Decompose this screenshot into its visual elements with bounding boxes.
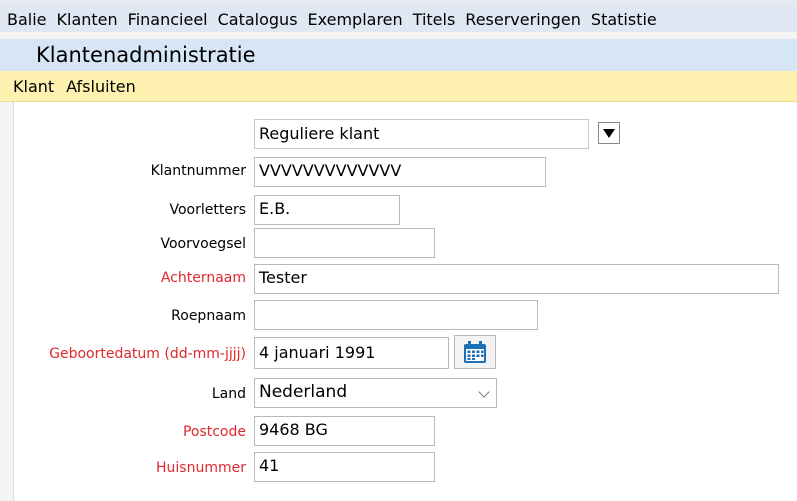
- date-picker-button[interactable]: [454, 335, 496, 369]
- customer-form: Reguliere klant Klantnummer VVVVVVVVVVVV…: [13, 102, 797, 501]
- klantnummer-field[interactable]: VVVVVVVVVVVVV: [254, 157, 546, 187]
- triangle-down-icon[interactable]: [598, 122, 620, 144]
- menu-catalogus[interactable]: Catalogus: [213, 10, 303, 29]
- toolbar-afsluiten[interactable]: Afsluiten: [60, 77, 142, 96]
- menu-titels[interactable]: Titels: [408, 10, 461, 29]
- voorvoegsel-field[interactable]: [254, 228, 435, 258]
- geboortedatum-label: Geboortedatum (dd-mm-jjjj): [49, 346, 246, 362]
- huisnummer-value: 41: [259, 456, 280, 475]
- window-title: Klantenadministratie: [36, 43, 256, 67]
- menu-klanten[interactable]: Klanten: [52, 10, 123, 29]
- roepnaam-field[interactable]: [254, 300, 538, 330]
- menu-statistieken[interactable]: Statistie: [586, 10, 662, 29]
- menu-exemplaren[interactable]: Exemplaren: [303, 10, 408, 29]
- land-value: Nederland: [259, 382, 348, 402]
- klanttype-value: Reguliere klant: [259, 124, 380, 143]
- toolbar-klant[interactable]: Klant: [0, 77, 60, 96]
- menu-balie[interactable]: Balie: [0, 10, 52, 29]
- klanttype-select[interactable]: Reguliere klant: [254, 119, 589, 149]
- postcode-value: 9468 BG: [259, 420, 328, 439]
- menu-financieel[interactable]: Financieel: [123, 10, 213, 29]
- huisnummer-field[interactable]: 41: [254, 452, 435, 482]
- action-toolbar: Klant Afsluiten: [0, 71, 797, 102]
- achternaam-value: Tester: [259, 268, 307, 287]
- achternaam-label: Achternaam: [160, 270, 246, 286]
- land-label: Land: [211, 386, 246, 402]
- chevron-down-icon: [478, 386, 490, 398]
- postcode-field[interactable]: 9468 BG: [254, 416, 435, 446]
- klantnummer-label: Klantnummer: [150, 163, 246, 179]
- geboortedatum-field[interactable]: 4 januari 1991: [254, 337, 449, 369]
- voorletters-value: E.B.: [259, 199, 291, 218]
- voorletters-field[interactable]: E.B.: [254, 195, 400, 225]
- huisnummer-label: Huisnummer: [156, 460, 246, 476]
- calendar-icon: [464, 341, 486, 363]
- main-menubar: Balie Klanten Financieel Catalogus Exemp…: [0, 6, 797, 32]
- land-select[interactable]: Nederland: [254, 378, 497, 408]
- achternaam-field[interactable]: Tester: [254, 264, 779, 294]
- klantnummer-value: VVVVVVVVVVVVV: [259, 161, 402, 180]
- geboortedatum-value: 4 januari 1991: [259, 343, 376, 362]
- roepnaam-label: Roepnaam: [171, 308, 246, 324]
- voorletters-label: Voorletters: [169, 202, 246, 218]
- voorvoegsel-label: Voorvoegsel: [160, 236, 246, 252]
- window-title-bar: Klantenadministratie: [0, 39, 797, 71]
- postcode-label: Postcode: [182, 424, 246, 440]
- menu-reserveringen[interactable]: Reserveringen: [460, 10, 586, 29]
